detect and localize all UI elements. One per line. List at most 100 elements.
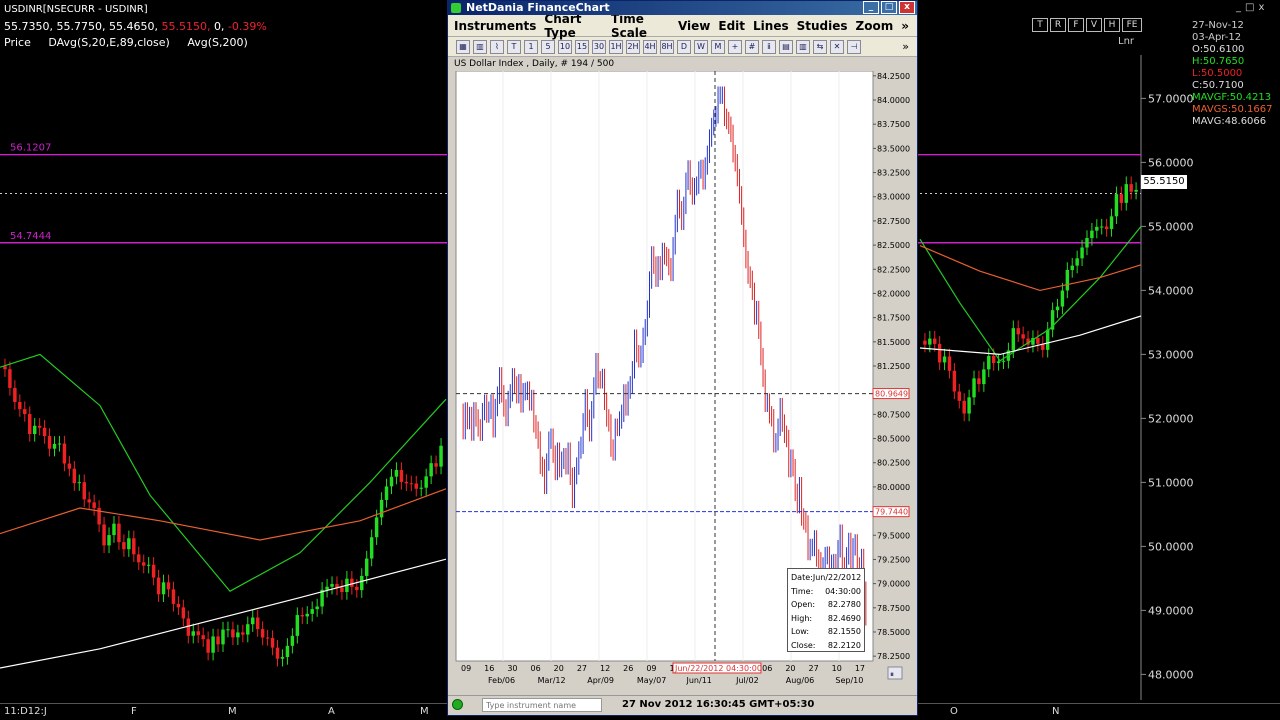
background-instrument-title: USDINR[NSECURR - USDINR] (4, 4, 148, 15)
background-y-tick-label: 50.0000 (1148, 540, 1194, 553)
background-candle-body (429, 463, 433, 477)
crosshair-icon[interactable]: + (728, 39, 742, 54)
background-candle-body (1090, 230, 1094, 238)
toolbar-t-button[interactable]: T (1032, 18, 1048, 32)
background-candle-body (221, 629, 225, 645)
background-candle-body (360, 575, 364, 591)
background-candle-body (295, 615, 300, 636)
background-y-tick-label: 55.0000 (1148, 220, 1194, 233)
menu-zoom[interactable]: Zoom (856, 19, 902, 33)
background-candle-body (52, 443, 57, 449)
scale-daily-button[interactable]: D (677, 39, 691, 54)
background-candle-body (394, 469, 399, 477)
tick-scale-button[interactable]: T (507, 39, 521, 54)
background-candle-body (364, 558, 369, 576)
background-candle-body (300, 615, 305, 617)
background-candle-body (270, 637, 275, 648)
background-candle-body (151, 564, 156, 578)
candle-chart-icon[interactable]: ▦ (456, 39, 470, 54)
menu-overflow-icon[interactable]: » (901, 19, 909, 33)
scale-monthly-button[interactable]: M (711, 39, 725, 54)
delete-lines-icon[interactable]: ✕ (830, 39, 844, 54)
background-candle-body (62, 443, 67, 464)
tooltip-open: 82.2780 (827, 600, 861, 609)
chart-x-month-label: Mar/12 (538, 676, 566, 685)
menu-time-scale[interactable]: Time Scale (611, 12, 678, 40)
grid-icon[interactable]: # (745, 39, 759, 54)
toolbar-v-button[interactable]: V (1086, 18, 1102, 32)
background-candle-body (265, 637, 270, 639)
chart-x-day-label: 17 (855, 664, 865, 673)
background-candle-body (211, 636, 215, 653)
tooltip-time-label: Time: (791, 586, 814, 596)
chart-x-day-label: 16 (484, 664, 494, 673)
pan-icon[interactable]: ⊣ (847, 39, 861, 54)
toolbar-f-button[interactable]: F (1068, 18, 1084, 32)
scale-1m-button[interactable]: 1 (524, 39, 538, 54)
chart-y-tick-label: 83.0000 (877, 193, 910, 202)
background-candle-body (928, 338, 932, 345)
menu-chart-type[interactable]: Chart Type (544, 12, 611, 40)
menu-lines[interactable]: Lines (753, 19, 797, 33)
toolbar-fe-button[interactable]: FE (1122, 18, 1142, 32)
menu-bar: Instruments Chart Type Time Scale View E… (448, 12, 917, 40)
ohlc-change: 0, (213, 20, 225, 33)
maximize-button[interactable]: □ (881, 1, 897, 14)
background-y-tick-label: 48.0000 (1148, 668, 1194, 681)
background-candle-body (3, 366, 7, 370)
toolbar-r-button[interactable]: R (1050, 18, 1066, 32)
toolbar-h-button[interactable]: H (1104, 18, 1120, 32)
toolbar-overflow-icon[interactable]: » (902, 40, 909, 53)
scale-5m-button[interactable]: 5 (541, 39, 555, 54)
instrument-search-input[interactable] (482, 698, 602, 712)
ohlc-open: 55.7350, (4, 20, 53, 33)
scale-weekly-button[interactable]: W (694, 39, 708, 54)
background-candle-body (156, 577, 161, 595)
linear-scale-label[interactable]: Lnr (1118, 36, 1134, 47)
scale-1h-button[interactable]: 1H (609, 39, 623, 54)
legend-price: Price (4, 36, 31, 49)
minimize-icon[interactable]: _ (1236, 2, 1241, 13)
histogram-icon[interactable]: ▥ (796, 39, 810, 54)
scale-8h-button[interactable]: 8H (660, 39, 674, 54)
chart-scroll-label: ⏸ (890, 670, 894, 679)
window-titlebar[interactable]: NetDania FinanceChart _ □ x (448, 1, 917, 15)
background-candle-body (107, 535, 111, 546)
background-candle-body (325, 586, 329, 590)
background-candle-body (82, 482, 86, 500)
background-candle-body (305, 613, 309, 617)
close-button[interactable]: x (899, 1, 915, 14)
bar-chart-icon[interactable]: ▥ (473, 39, 487, 54)
menu-view[interactable]: View (678, 19, 718, 33)
ohlc-low: 55.4650, (108, 20, 158, 33)
background-candle-body (424, 476, 428, 488)
minimize-button[interactable]: _ (863, 1, 879, 14)
volume-icon[interactable]: ⅱ (762, 39, 776, 54)
scale-30m-button[interactable]: 30 (592, 39, 606, 54)
info-mavgf: MAVGF:50.4213 (1192, 92, 1272, 103)
status-time: 27 Nov 2012 16:30:45 GMT+05:30 (622, 699, 815, 710)
background-candle-body (933, 338, 937, 344)
desktop: 57.0000 56.0000 55.0000 54.0000 53.0000 52.00… (0, 0, 1280, 720)
scale-2h-button[interactable]: 2H (626, 39, 640, 54)
tooltip-low-label: Low: (791, 627, 810, 636)
restore-icon[interactable]: □ (1245, 2, 1254, 13)
compare-icon[interactable]: ⇆ (813, 39, 827, 54)
menu-edit[interactable]: Edit (718, 19, 753, 33)
close-icon[interactable]: x (1258, 2, 1264, 13)
current-price-tag: 55.5150 (1141, 175, 1187, 189)
tooltip-low: 82.1550 (827, 627, 861, 636)
chart-x-day-label: 20 (785, 664, 795, 673)
menu-studies[interactable]: Studies (797, 19, 856, 33)
scale-4h-button[interactable]: 4H (643, 39, 657, 54)
line-chart-icon[interactable]: ⌇ (490, 39, 504, 54)
menu-instruments[interactable]: Instruments (454, 19, 544, 33)
studies-icon[interactable]: ▤ (779, 39, 793, 54)
background-y-tick-label: 57.0000 (1148, 92, 1194, 105)
background-candle-body (1036, 338, 1040, 344)
background-candle-body (241, 632, 245, 635)
scale-15m-button[interactable]: 15 (575, 39, 589, 54)
scale-10m-button[interactable]: 10 (558, 39, 572, 54)
background-candle-body (181, 607, 186, 619)
chart-y-tick-label: 83.7500 (877, 120, 910, 129)
